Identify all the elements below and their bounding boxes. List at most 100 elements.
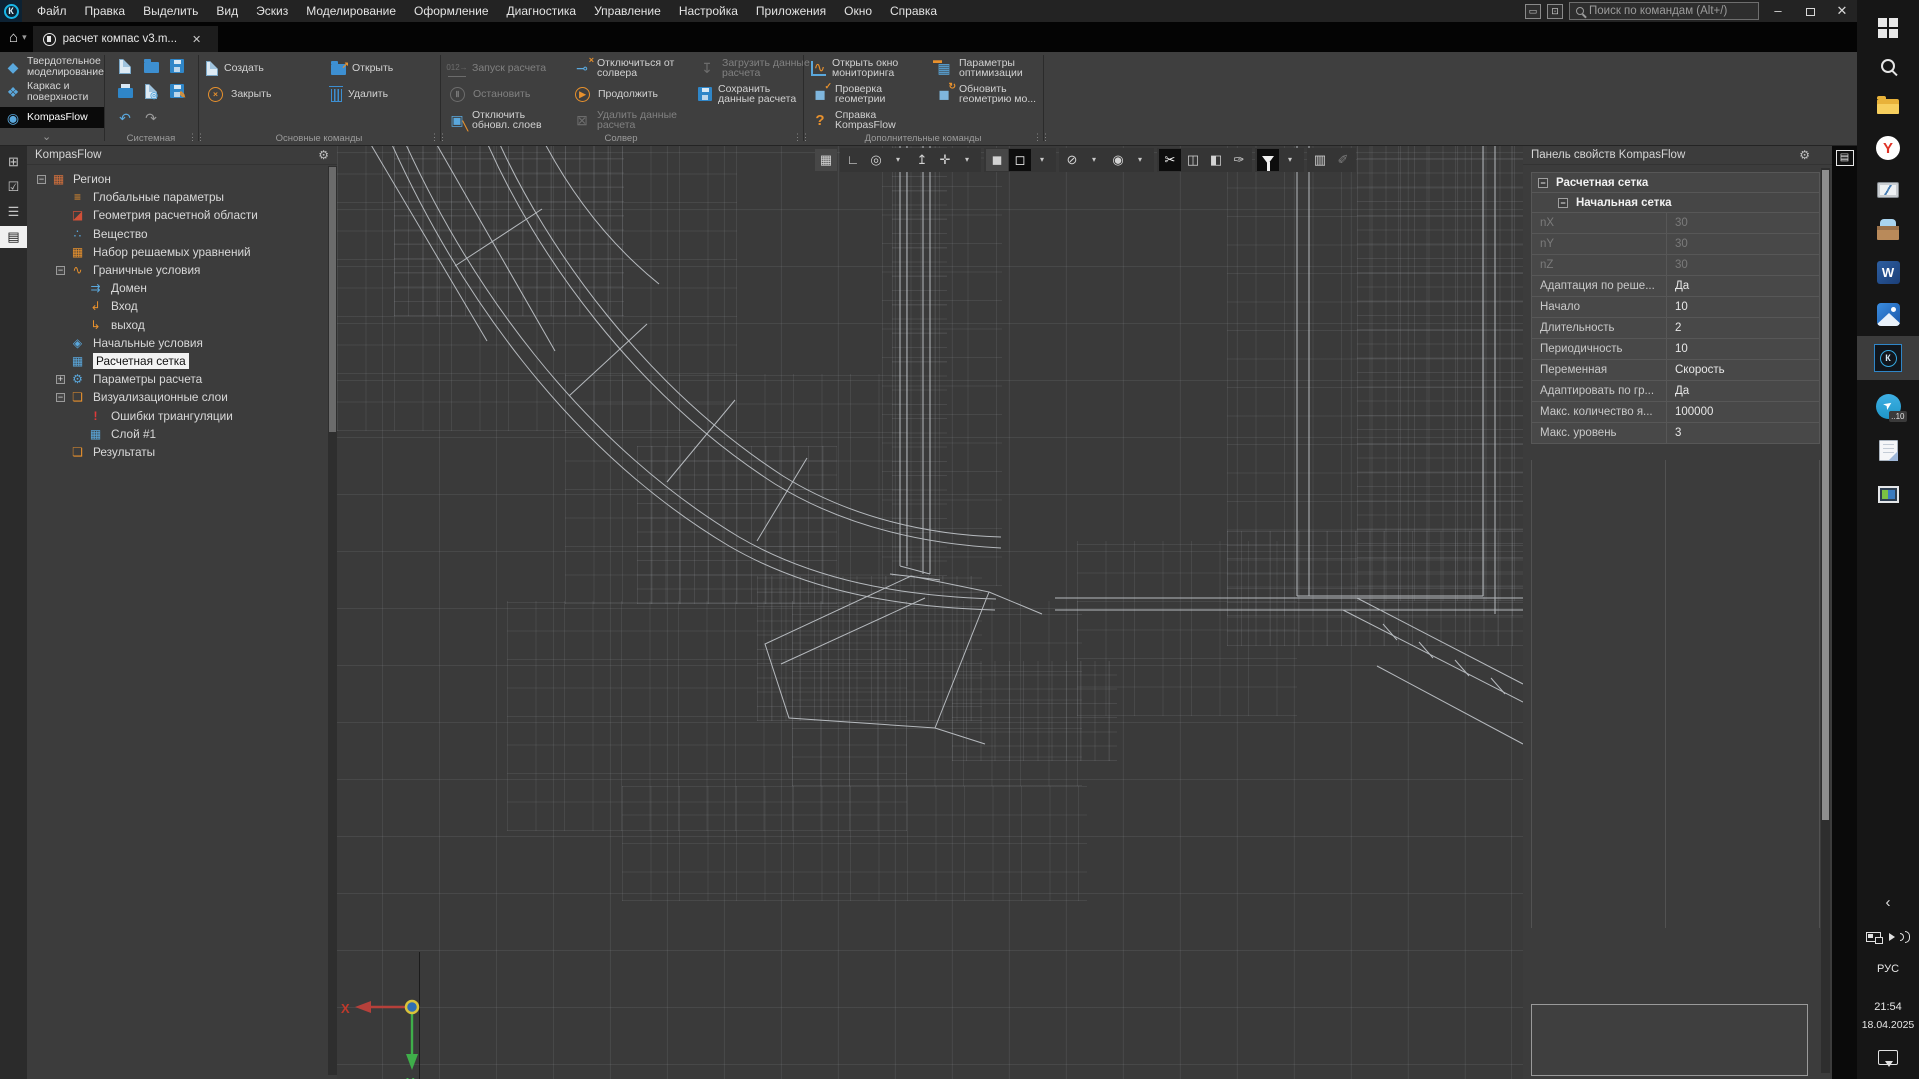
property-value[interactable]: Скорость — [1666, 360, 1819, 380]
system-save-icon[interactable] — [170, 59, 184, 78]
menu-item[interactable]: Приложения — [747, 1, 835, 21]
new-window-icon[interactable]: ▭ — [1525, 3, 1541, 19]
system-undo-icon[interactable]: ↶ — [116, 109, 134, 128]
tree-item[interactable]: ▦ Расчетная сетка — [27, 352, 327, 370]
clip-icon[interactable]: ✂ — [1159, 148, 1181, 171]
ribbon-mode-active[interactable]: ◉ KompasFlow — [0, 107, 104, 128]
checklist-icon[interactable]: ☑ — [0, 176, 27, 198]
gear-icon[interactable]: ⚙ — [1799, 148, 1810, 162]
dropdown-caret-icon[interactable]: ▾ — [892, 149, 904, 171]
property-value[interactable]: 100000 — [1666, 402, 1819, 422]
tab-close-icon[interactable]: ✕ — [192, 33, 201, 46]
archive-app-icon[interactable] — [1857, 210, 1919, 250]
tree-item[interactable]: ↲ Вход — [27, 297, 327, 315]
filter-icon[interactable] — [1257, 148, 1279, 171]
menu-item[interactable]: Файл — [28, 1, 76, 21]
system-print-icon[interactable] — [117, 84, 133, 103]
orient-view-icon[interactable]: ↥ — [911, 149, 933, 171]
collapse-icon[interactable]: − — [56, 265, 65, 275]
system-monitor-icon[interactable] — [1857, 170, 1919, 210]
tree-item[interactable]: − ▦ Регион — [27, 170, 327, 188]
property-value[interactable]: Да — [1666, 276, 1819, 296]
system-save-as-icon[interactable]: ✎ — [170, 84, 186, 103]
tree-item[interactable]: ≡ Глобальные параметры — [27, 188, 327, 206]
search-icon[interactable] — [1857, 46, 1919, 86]
expand-icon[interactable]: + — [56, 374, 65, 384]
notepad-icon[interactable] — [1857, 430, 1919, 470]
tree-item[interactable]: ◈ Начальные условия — [27, 334, 327, 352]
properties-scrollbar[interactable] — [1821, 168, 1830, 1073]
tree-item[interactable]: ▦ Набор решаемых уравнений — [27, 243, 327, 261]
tree-item[interactable]: ↳ выход — [27, 316, 327, 334]
ribbon-mode-item[interactable]: ❖ Каркас и поверхности — [0, 79, 104, 104]
system-preview-icon[interactable]: ◎ — [145, 83, 158, 104]
properties-panel-icon[interactable]: ▤ — [0, 226, 27, 248]
dropdown-caret-icon[interactable]: ▾ — [1088, 149, 1100, 171]
home-icon[interactable]: ⌂ — [9, 29, 18, 46]
clock-date[interactable]: 18.04.2025 — [1857, 1019, 1919, 1031]
hidden-icons-chevron[interactable]: ‹ — [1857, 894, 1919, 911]
menu-item[interactable]: Выделить — [134, 1, 207, 21]
viewport-3d[interactable]: X Y ▦∟◎▾↥✛▾◼◻▾⊘▾◉▾✂◫◧✑▾▥✐ — [337, 146, 1523, 1079]
property-value[interactable]: Да — [1666, 381, 1819, 401]
group-overflow-icon[interactable]: ⋮⋮ — [430, 132, 447, 143]
menu-item[interactable]: Управление — [585, 1, 670, 21]
property-group[interactable]: − Начальная сетка — [1532, 193, 1819, 213]
kompas-logo-icon[interactable]: К — [0, 0, 22, 22]
menu-item[interactable]: Настройка — [670, 1, 747, 21]
tree-item[interactable]: − ❏ Визуализационные слои — [27, 388, 327, 406]
dropdown-caret-icon[interactable]: ▾ — [1036, 149, 1048, 171]
ribbon-collapse-icon[interactable]: ⌄ — [42, 130, 51, 143]
tree-item[interactable]: ! Ошибки триангуляции — [27, 406, 327, 424]
ribbon-button[interactable]: ∿ Открыть окно мониторинга — [811, 55, 927, 81]
dropdown-caret-icon[interactable]: ▾ — [1134, 149, 1146, 171]
zoom-area-icon[interactable]: ◎ — [865, 149, 887, 171]
tree-item[interactable]: ⇉ Домен — [27, 279, 327, 297]
ribbon-button[interactable]: Создать — [206, 55, 323, 81]
ribbon-button[interactable]: ◼ ↻ Обновить геометрию мо... — [935, 81, 1051, 107]
dropdown-caret-icon[interactable]: ▾ — [1284, 149, 1296, 171]
menu-item[interactable]: Моделирование — [297, 1, 405, 21]
document-tab[interactable]: расчет компас v3.m... ✕ — [32, 26, 218, 52]
collapse-icon[interactable]: − — [37, 174, 46, 184]
language-indicator[interactable]: РУС — [1857, 963, 1919, 975]
property-value[interactable]: 10 — [1666, 339, 1819, 359]
menu-item[interactable]: Справка — [881, 1, 946, 21]
properties-dock-icon[interactable]: ▤ — [1835, 150, 1854, 166]
menu-item[interactable]: Эскиз — [247, 1, 297, 21]
group-overflow-icon[interactable]: ⋮⋮ — [1033, 132, 1050, 143]
section-view-icon[interactable]: ◉ — [1107, 149, 1129, 171]
property-value[interactable]: 10 — [1666, 297, 1819, 317]
layers-column-icon[interactable]: ▥ — [1309, 149, 1331, 171]
system-new-doc-icon[interactable] — [119, 58, 131, 79]
kompas-3d-icon[interactable]: К — [1857, 336, 1919, 380]
ribbon-button[interactable]: ▶ Продолжить — [573, 81, 690, 107]
collapse-icon[interactable]: − — [56, 392, 65, 402]
layers-list-icon[interactable]: ☰ — [0, 201, 27, 223]
ribbon-button[interactable]: ⊸ × Отключиться от солвера — [573, 55, 690, 81]
ribbon-button[interactable]: ? Справка KompasFlow — [811, 107, 927, 133]
yandex-browser-icon[interactable]: Y — [1857, 128, 1919, 168]
home-caret-icon[interactable]: ▾ — [22, 32, 27, 43]
mesh-window-icon[interactable]: ◫ — [1182, 149, 1204, 171]
collapse-icon[interactable]: − — [1558, 197, 1568, 208]
speaker-icon[interactable] — [1887, 931, 1910, 943]
network-icon[interactable] — [1866, 932, 1883, 944]
ribbon-button[interactable]: ↗ Открыть — [331, 55, 444, 81]
maximize-button[interactable] — [1797, 1, 1823, 21]
command-search-input[interactable]: Поиск по командам (Alt+/) — [1569, 2, 1759, 20]
collapse-icon[interactable]: − — [1538, 177, 1548, 188]
tree-item[interactable]: ∴ Вещество — [27, 225, 327, 243]
property-value[interactable]: 2 — [1666, 318, 1819, 338]
tree-item[interactable]: ◪ Геометрия расчетной области — [27, 206, 327, 224]
minimize-button[interactable]: – — [1765, 1, 1791, 21]
corner-measure-icon[interactable]: ∟ — [842, 149, 864, 171]
menu-item[interactable]: Правка — [76, 1, 135, 21]
tree-structure-icon[interactable]: ⊞ — [0, 151, 27, 173]
menu-item[interactable]: Окно — [835, 1, 881, 21]
tree-item[interactable]: + ⚙ Параметры расчета — [27, 370, 327, 388]
windows-start-icon[interactable] — [1857, 8, 1919, 48]
clock-time[interactable]: 21:54 — [1857, 1001, 1919, 1013]
window-settings-icon[interactable]: ⊡ — [1547, 3, 1563, 19]
word-icon[interactable]: W — [1857, 252, 1919, 292]
